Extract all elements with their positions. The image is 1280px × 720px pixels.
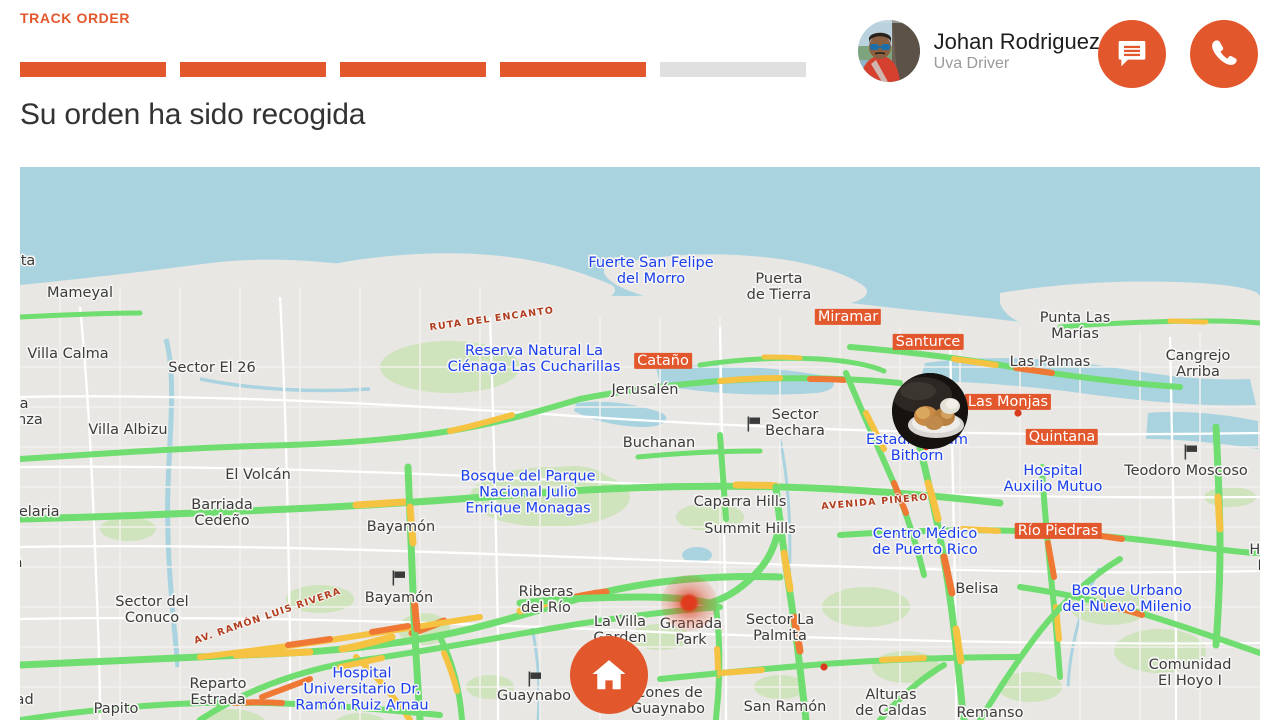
restaurant-food-marker[interactable] (892, 373, 968, 449)
track-order-header: TRACK ORDER Su orden ha sido recogida Jo… (0, 0, 1280, 167)
chat-button[interactable] (1098, 20, 1166, 88)
progress-step-1 (20, 62, 166, 77)
delivery-tracking-map[interactable]: taMameyalVilla CalmaSector El 26illa era… (20, 167, 1260, 720)
track-order-title: TRACK ORDER (20, 10, 131, 26)
call-button[interactable] (1190, 20, 1258, 88)
progress-step-2 (180, 62, 326, 77)
driver-avatar (857, 20, 920, 82)
driver-info: Johan Rodriguez Uva Driver (857, 20, 1100, 82)
phone-icon (1208, 37, 1240, 72)
order-status-text: Su orden ha sido recogida (20, 98, 366, 131)
driver-name: Johan Rodriguez (933, 28, 1100, 54)
chat-bubble-icon (1116, 37, 1148, 72)
driver-role: Uva Driver (933, 54, 1010, 72)
home-button[interactable] (570, 636, 648, 714)
map-canvas (20, 167, 1260, 720)
progress-step-3 (340, 62, 486, 77)
progress-step-5 (660, 62, 806, 77)
order-progress-bar (20, 62, 806, 77)
home-icon (590, 656, 628, 694)
driver-text-block: Johan Rodriguez Uva Driver (934, 29, 1100, 74)
progress-step-4 (500, 62, 646, 77)
